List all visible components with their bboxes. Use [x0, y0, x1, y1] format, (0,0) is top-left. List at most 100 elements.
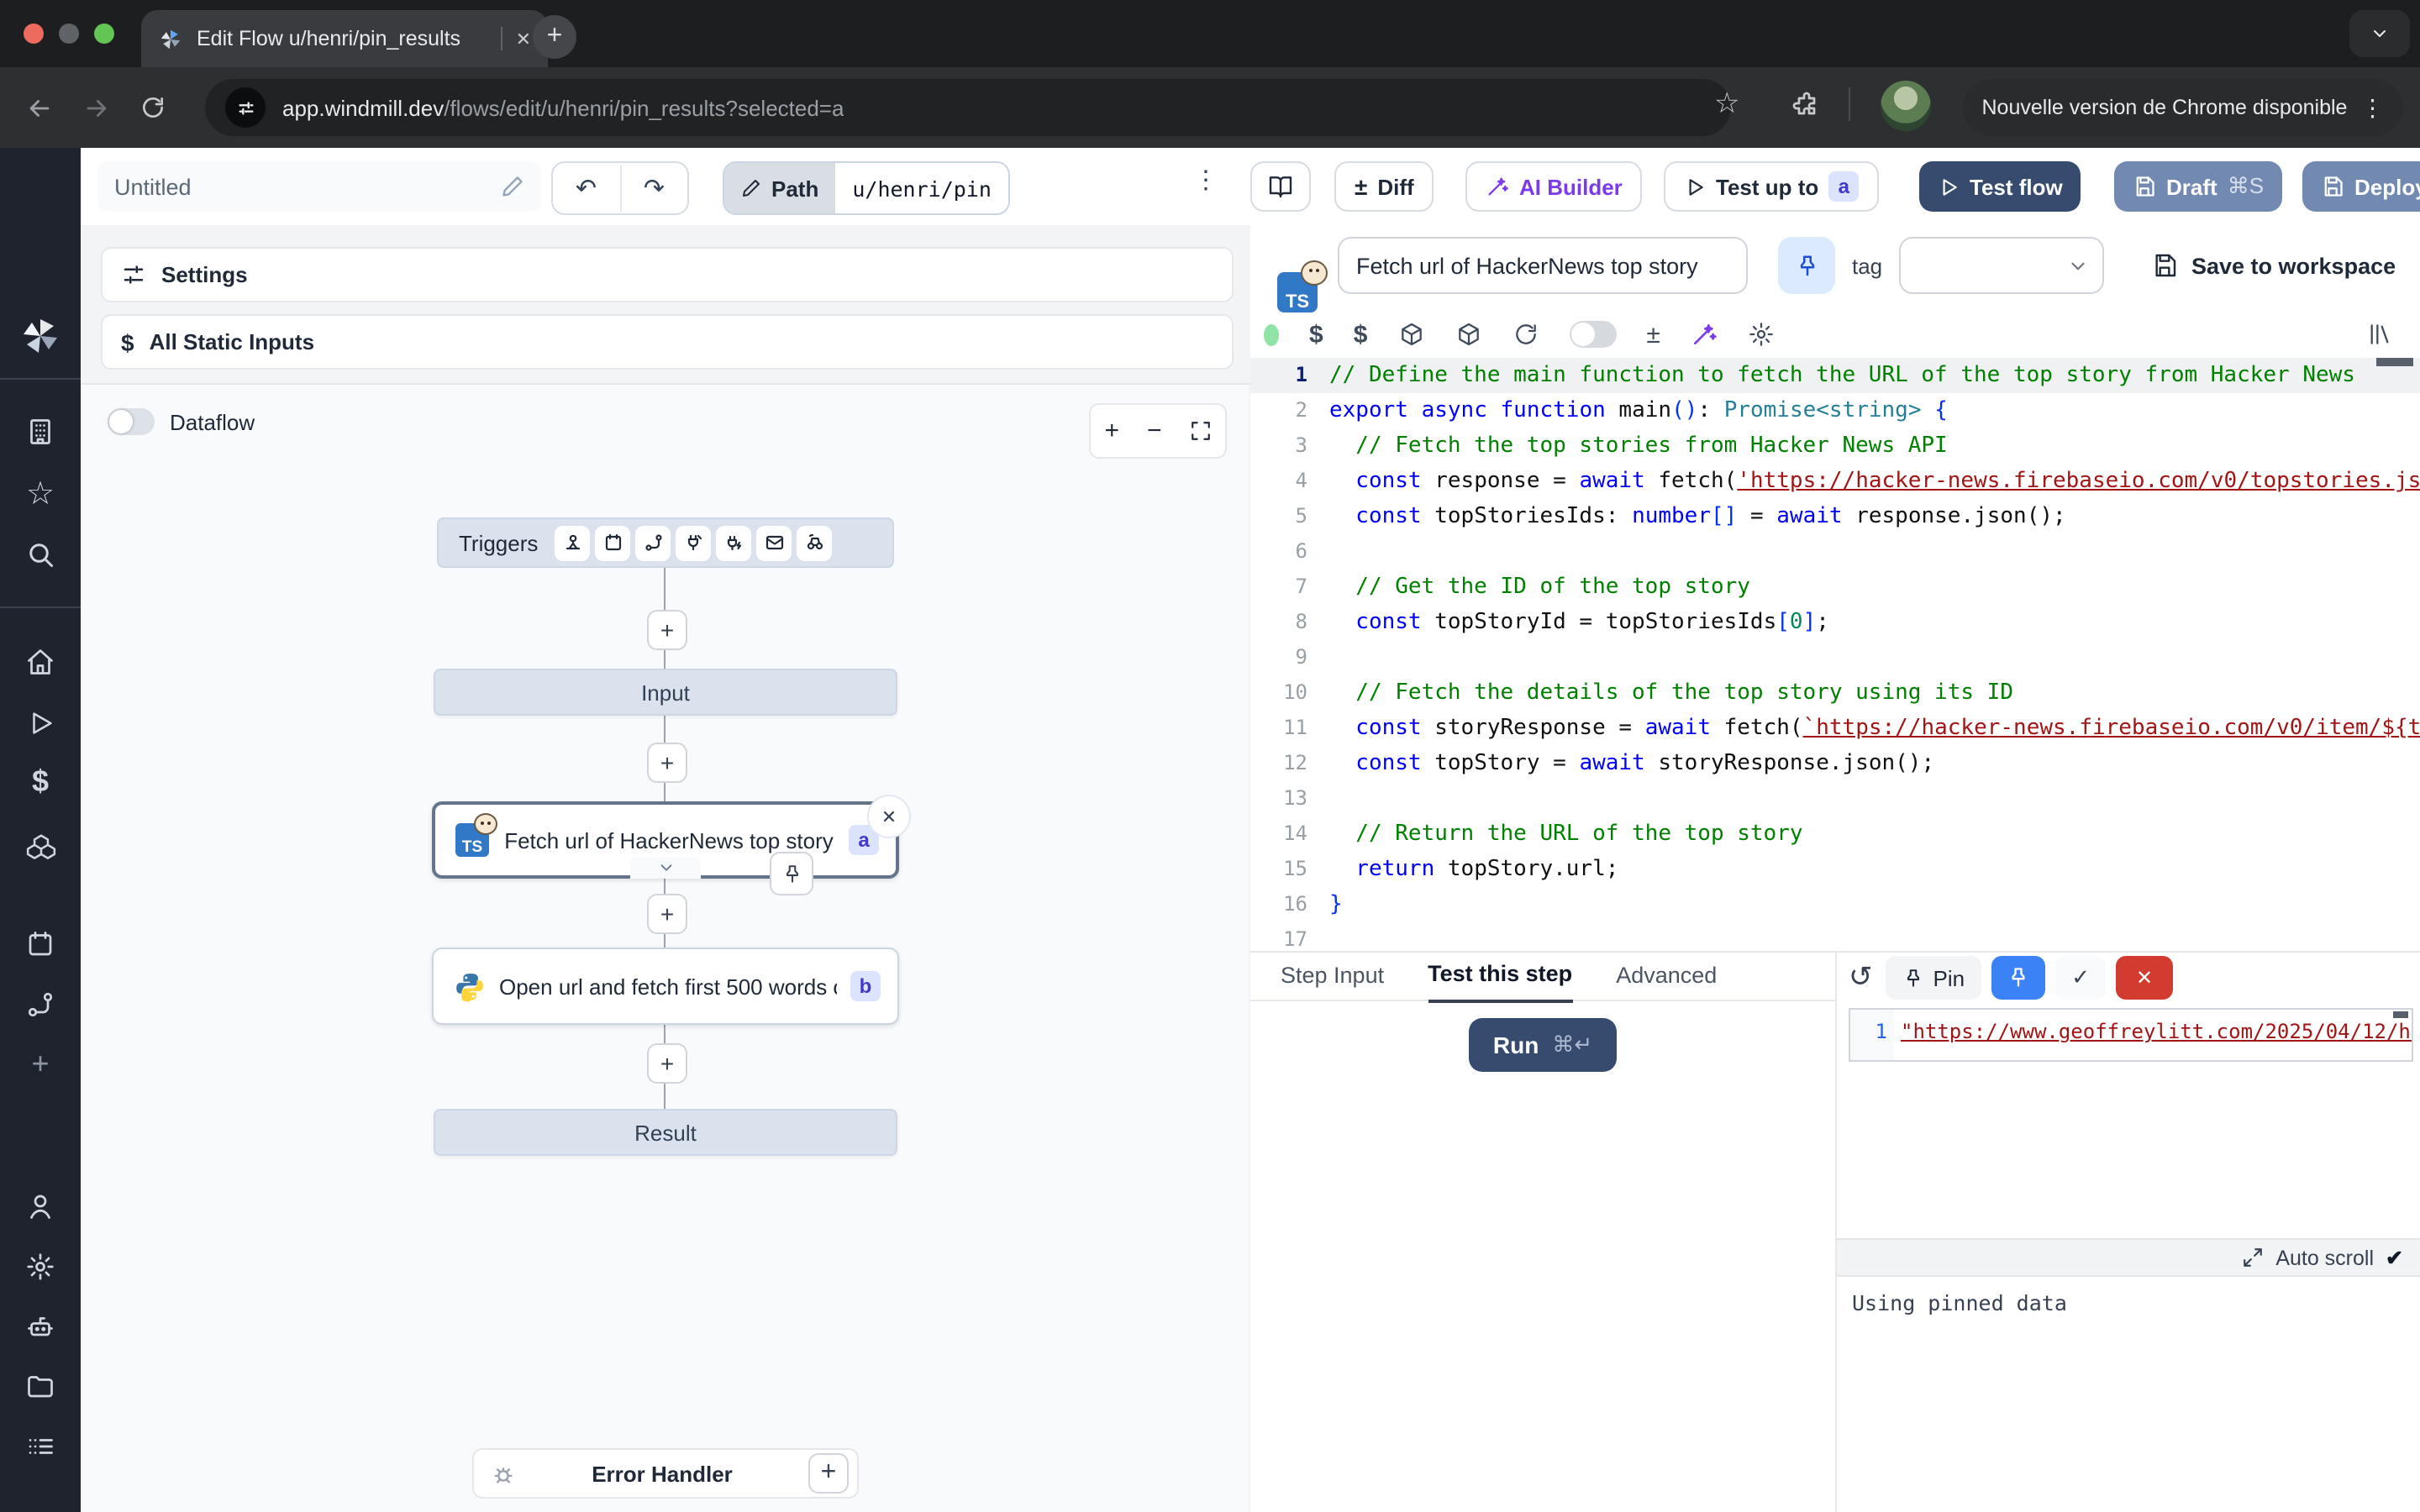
diff-mode-toggle[interactable] [1569, 321, 1616, 348]
code-line[interactable]: 16} [1250, 887, 2420, 922]
code-line[interactable]: 10 // Fetch the details of the top story… [1250, 675, 2420, 711]
tag-select[interactable] [1899, 237, 2104, 294]
assets-dollar-icon[interactable]: $ [1309, 320, 1323, 349]
save-to-workspace-button[interactable]: Save to workspace [2151, 237, 2396, 294]
fit-view-icon[interactable] [1189, 420, 1211, 442]
docs-book-button[interactable] [1250, 161, 1311, 212]
pinned-step-pin-icon[interactable] [770, 852, 813, 895]
code-line[interactable]: 11 const storyResponse = await fetch(`ht… [1250, 711, 2420, 746]
plusminus-icon[interactable]: ± [1646, 320, 1660, 349]
code-line[interactable]: 9 [1250, 640, 2420, 675]
delete-step-icon[interactable]: ✕ [867, 795, 911, 838]
ai-builder-button[interactable]: AI Builder [1465, 161, 1643, 212]
websocket-plug-icon[interactable] [676, 525, 711, 560]
zoom-out-icon[interactable]: − [1147, 417, 1162, 445]
zoom-in-icon[interactable]: + [1104, 417, 1119, 445]
history-icon[interactable]: ↺ [1849, 961, 1873, 995]
code-line[interactable]: 8 const topStoryId = topStoriesIds[0]; [1250, 605, 2420, 640]
triggers-node[interactable]: Triggers [437, 517, 894, 568]
error-handler-node[interactable]: Error Handler + [472, 1448, 859, 1499]
path-value[interactable]: u/henri/pin [835, 176, 1008, 201]
result-node[interactable]: Result [434, 1109, 897, 1156]
accept-pin-button[interactable]: ✓ [2055, 956, 2106, 1000]
windmill-logo[interactable] [0, 311, 81, 361]
add-error-handler-icon[interactable]: + [808, 1453, 849, 1494]
resources-icon[interactable] [0, 818, 81, 869]
tab-test-this-step[interactable]: Test this step [1428, 948, 1572, 1002]
edit-name-pencil-icon[interactable] [501, 175, 524, 198]
editor-settings-gear-icon[interactable] [1748, 321, 1775, 348]
workspace-icon[interactable] [0, 407, 81, 457]
deploy-button[interactable]: Deploy [2302, 161, 2420, 212]
step-node-a[interactable]: TS Fetch url of HackerNews top story a ✕ [432, 801, 899, 879]
draft-button[interactable]: Draft ⌘S [2114, 161, 2282, 212]
code-editor[interactable]: 1// Define the main function to fetch th… [1250, 358, 2420, 951]
path-button[interactable]: Path [724, 163, 835, 213]
flow-name-field[interactable]: Untitled [97, 161, 541, 212]
header-more-menu-icon[interactable]: ⋮ [1193, 165, 1218, 195]
expand-step-chevron-icon[interactable] [630, 857, 701, 879]
add-step-button[interactable]: + [647, 610, 687, 650]
code-line[interactable]: 12 const topStory = await storyResponse.… [1250, 746, 2420, 781]
add-step-button[interactable]: + [647, 743, 687, 783]
runs-icon[interactable] [0, 697, 81, 748]
folders-icon[interactable] [0, 1361, 81, 1411]
extensions-icon[interactable] [1791, 91, 1822, 121]
test-flow-button[interactable]: Test flow [1919, 161, 2081, 212]
reload-icon[interactable] [124, 94, 182, 121]
traffic-light-close[interactable] [24, 24, 44, 44]
code-line[interactable]: 14 // Return the URL of the top story [1250, 816, 2420, 852]
code-line[interactable]: 13 [1250, 781, 2420, 816]
expand-icon[interactable] [2242, 1247, 2264, 1268]
auto-scroll-label[interactable]: Auto scroll [2275, 1246, 2374, 1269]
add-step-button[interactable]: + [647, 894, 687, 934]
audit-logs-icon[interactable] [0, 1421, 81, 1472]
test-up-to-button[interactable]: Test up to a [1664, 161, 1879, 212]
search-icon[interactable] [0, 529, 81, 580]
event-stream-plug-zap-icon[interactable] [716, 525, 751, 560]
code-line[interactable]: 17 [1250, 922, 2420, 951]
poll-binoculars-icon[interactable] [797, 525, 832, 560]
traffic-light-zoom[interactable] [94, 24, 114, 44]
sidebar-plus-icon[interactable]: + [0, 1038, 81, 1089]
dataflow-toggle[interactable] [108, 408, 155, 435]
undo-button[interactable]: ↶ [553, 173, 619, 203]
bookmark-star-icon[interactable]: ☆ [1714, 87, 1740, 121]
workers-robot-icon[interactable] [0, 1302, 81, 1352]
site-info-icon[interactable] [225, 87, 266, 128]
package-icon[interactable] [1455, 321, 1481, 348]
back-icon[interactable] [10, 93, 67, 122]
webhook-icon[interactable] [555, 525, 590, 560]
pin-button[interactable]: Pin [1886, 956, 1982, 1000]
tab-step-input[interactable]: Step Input [1281, 950, 1384, 1000]
chrome-update-button[interactable]: Nouvelle version de Chrome disponible ⋮ [1963, 79, 2403, 136]
package-icon[interactable] [1397, 321, 1424, 348]
code-scrollbar[interactable] [2376, 358, 2413, 366]
tab-search-chevron-icon[interactable] [2349, 10, 2410, 57]
tab-advanced[interactable]: Advanced [1616, 950, 1717, 1000]
code-line[interactable]: 1// Define the main function to fetch th… [1250, 358, 2420, 393]
favorites-star-icon[interactable]: ☆ [0, 469, 81, 519]
redo-button[interactable]: ↷ [621, 173, 687, 203]
schedule-icon[interactable] [595, 525, 630, 560]
triggers-route-icon[interactable] [0, 979, 81, 1030]
input-node[interactable]: Input [434, 669, 897, 716]
run-button[interactable]: Run ⌘↵ [1469, 1018, 1617, 1072]
settings-gear-icon[interactable] [0, 1242, 81, 1292]
profile-avatar[interactable] [1881, 81, 1931, 131]
diff-button[interactable]: ± Diff [1334, 161, 1434, 212]
schedules-icon[interactable] [0, 919, 81, 969]
library-icon[interactable] [2366, 321, 2393, 348]
traffic-light-minimize[interactable] [59, 24, 79, 44]
reload-icon[interactable] [1512, 321, 1539, 348]
forward-icon[interactable] [67, 93, 124, 122]
variables-dollar-icon[interactable]: $ [1354, 320, 1368, 349]
code-line[interactable]: 2export async function main(): Promise<s… [1250, 393, 2420, 428]
browser-menu-dots-icon[interactable]: ⋮ [2360, 93, 2384, 122]
code-line[interactable]: 4 const response = await fetch('https://… [1250, 464, 2420, 499]
all-static-inputs-button[interactable]: $ All Static Inputs [101, 314, 1234, 370]
add-step-button[interactable]: + [647, 1043, 687, 1084]
ai-wand-icon[interactable] [1691, 321, 1718, 348]
step-node-b[interactable]: Open url and fetch first 500 words of ..… [432, 948, 899, 1025]
url-bar[interactable]: app.windmill.dev/flows/edit/u/henri/pin_… [205, 79, 1731, 136]
